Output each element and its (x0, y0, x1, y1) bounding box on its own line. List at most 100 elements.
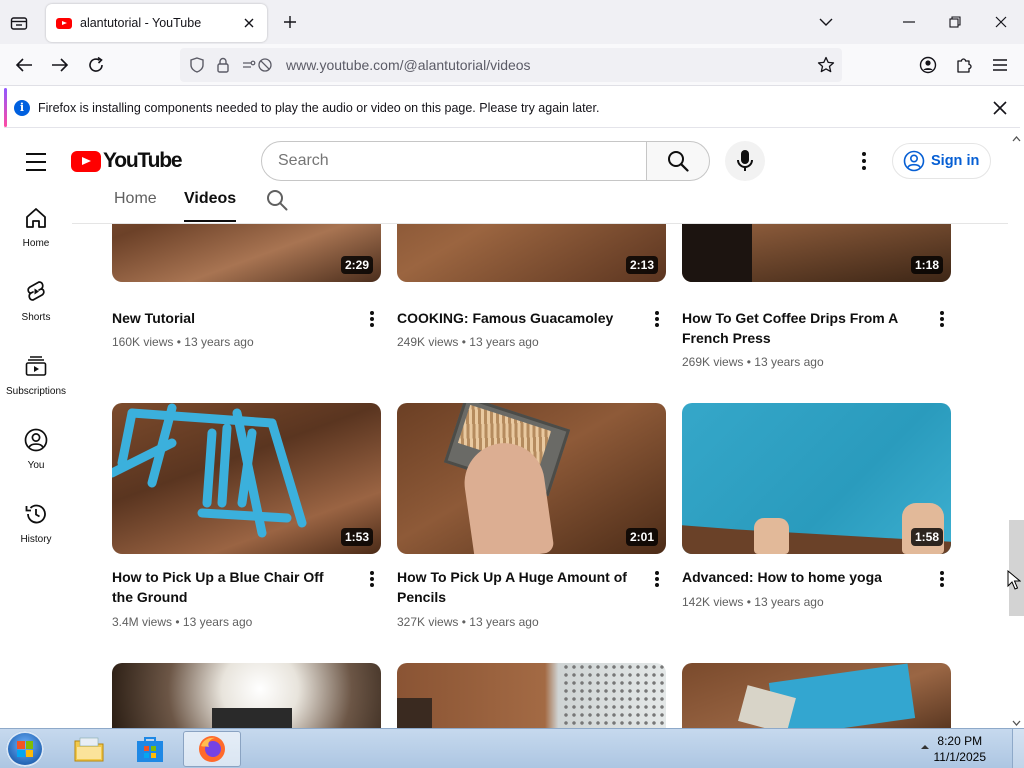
tab-home[interactable]: Home (114, 190, 157, 208)
taskbar-store[interactable] (121, 731, 179, 767)
video-title[interactable]: How To Get Coffee Drips From A French Pr… (682, 308, 917, 348)
guide-menu-icon[interactable] (24, 150, 48, 174)
settings-more-icon[interactable] (852, 149, 876, 173)
sign-in-label: Sign in (931, 153, 980, 169)
sidebar-item-label: Subscriptions (5, 386, 67, 397)
video-title[interactable]: How to Pick Up a Blue Chair Off the Grou… (112, 567, 347, 607)
page-scrollbar[interactable] (1008, 132, 1024, 728)
reload-icon[interactable] (84, 54, 108, 76)
video-views: 3.4M views (112, 615, 173, 629)
video-thumbnail[interactable]: 1:53 (112, 403, 381, 554)
permissions-blocked-icon[interactable] (240, 56, 276, 74)
video-duration: 1:18 (910, 256, 943, 274)
microphone-icon (737, 150, 753, 171)
meta-separator: • (461, 335, 466, 349)
video-age: 13 years ago (182, 615, 253, 629)
scroll-down-arrow-icon[interactable] (1012, 720, 1021, 726)
thumb-grate (562, 663, 666, 728)
tab-list-icon[interactable] (8, 12, 30, 34)
address-bar[interactable]: www.youtube.com/@alantutorial/videos (180, 48, 842, 82)
video-card[interactable] (397, 663, 666, 728)
sidebar-item-you[interactable]: You (0, 412, 72, 486)
video-card[interactable]: 2:01 (397, 403, 666, 554)
meta-separator: • (176, 335, 181, 349)
video-more-icon[interactable] (362, 568, 382, 590)
video-more-icon[interactable] (362, 308, 382, 330)
sidebar-item-shorts[interactable]: Shorts (0, 264, 72, 338)
video-age: 13 years ago (754, 595, 824, 609)
video-card[interactable] (682, 663, 951, 728)
sidebar-item-label: You (27, 460, 45, 471)
video-more-icon[interactable] (932, 568, 952, 590)
video-thumbnail[interactable]: 2:01 (397, 403, 666, 554)
list-all-tabs-chevron-icon[interactable] (814, 10, 838, 34)
show-desktop-button[interactable] (1012, 729, 1024, 768)
windows-taskbar: 8:20 PM 11/1/2025 (0, 728, 1024, 768)
app-menu-hamburger-icon[interactable] (988, 54, 1012, 76)
thumb-object (397, 698, 432, 728)
scroll-up-arrow-icon[interactable] (1012, 136, 1021, 142)
tab-videos[interactable]: Videos (184, 190, 237, 222)
notification-close-icon[interactable] (990, 98, 1010, 118)
search-input[interactable] (278, 152, 646, 170)
account-icon[interactable] (916, 54, 940, 76)
video-card[interactable] (112, 663, 381, 728)
url-host: www.youtube.com (286, 57, 400, 73)
browser-tab-active[interactable]: alantutorial - YouTube (46, 4, 267, 42)
video-title[interactable]: New Tutorial (112, 308, 347, 328)
video-thumbnail[interactable] (112, 663, 381, 728)
close-window-icon[interactable] (989, 10, 1013, 34)
video-title[interactable]: Advanced: How to home yoga (682, 567, 917, 587)
taskbar-file-explorer[interactable] (60, 731, 118, 767)
meta-separator: • (461, 615, 466, 629)
home-icon (24, 206, 48, 230)
sidebar-item-home[interactable]: Home (0, 190, 72, 264)
video-card[interactable]: 1:53 (112, 403, 381, 554)
sidebar-item-subscriptions[interactable]: Subscriptions (0, 338, 72, 412)
video-thumbnail[interactable]: 1:58 (682, 403, 951, 554)
video-age: 13 years ago (469, 615, 539, 629)
meta-separator: • (175, 615, 180, 629)
bookmark-star-icon[interactable] (816, 55, 836, 75)
tab-close-icon[interactable] (241, 15, 257, 31)
sidebar-item-label: History (20, 534, 52, 545)
video-more-icon[interactable] (932, 308, 952, 330)
search-box[interactable] (261, 141, 647, 181)
forward-arrow-icon[interactable] (48, 54, 72, 76)
video-more-icon[interactable] (647, 308, 667, 330)
scrollbar-thumb[interactable] (1009, 520, 1024, 616)
video-thumbnail[interactable] (682, 663, 951, 728)
video-thumbnail[interactable] (397, 663, 666, 728)
system-clock[interactable]: 8:20 PM 11/1/2025 (934, 733, 987, 765)
start-button[interactable] (6, 731, 44, 767)
video-title[interactable]: COOKING: Famous Guacamoley (397, 308, 632, 328)
url-text[interactable]: www.youtube.com/@alantutorial/videos (286, 57, 531, 73)
windows-logo-icon (17, 741, 33, 757)
video-age: 13 years ago (469, 335, 539, 349)
taskbar-firefox[interactable] (183, 731, 241, 767)
tracking-protection-shield-icon[interactable] (188, 56, 206, 74)
tray-expand-arrow-icon[interactable] (920, 744, 930, 750)
lock-icon[interactable] (214, 56, 232, 74)
video-meta: 269K views • 13 years ago (682, 355, 824, 369)
clock-time: 8:20 PM (937, 734, 983, 748)
voice-search-button[interactable] (725, 141, 765, 181)
search-button[interactable] (646, 141, 710, 181)
channel-search-icon[interactable] (266, 189, 290, 213)
video-card[interactable]: 1:58 (682, 403, 951, 554)
firefox-icon (199, 736, 225, 762)
video-views: 269K views (682, 355, 744, 369)
restore-icon[interactable] (943, 10, 967, 34)
minimize-icon[interactable] (897, 10, 921, 34)
back-arrow-icon[interactable] (12, 54, 36, 76)
channel-tabs: Home Videos (72, 182, 1008, 224)
video-title[interactable]: How To Pick Up A Huge Amount of Pencils (397, 567, 632, 607)
sign-in-button[interactable]: Sign in (892, 143, 991, 179)
sidebar-item-history[interactable]: History (0, 486, 72, 560)
sidebar-item-label: Shorts (21, 312, 51, 323)
extensions-puzzle-icon[interactable] (952, 54, 976, 76)
youtube-page: 2:29 2:13 1:18 New Tutorial 160K views •… (0, 132, 1024, 728)
youtube-logo[interactable]: YouTube (71, 149, 183, 173)
video-more-icon[interactable] (647, 568, 667, 590)
new-tab-icon[interactable] (280, 12, 300, 32)
